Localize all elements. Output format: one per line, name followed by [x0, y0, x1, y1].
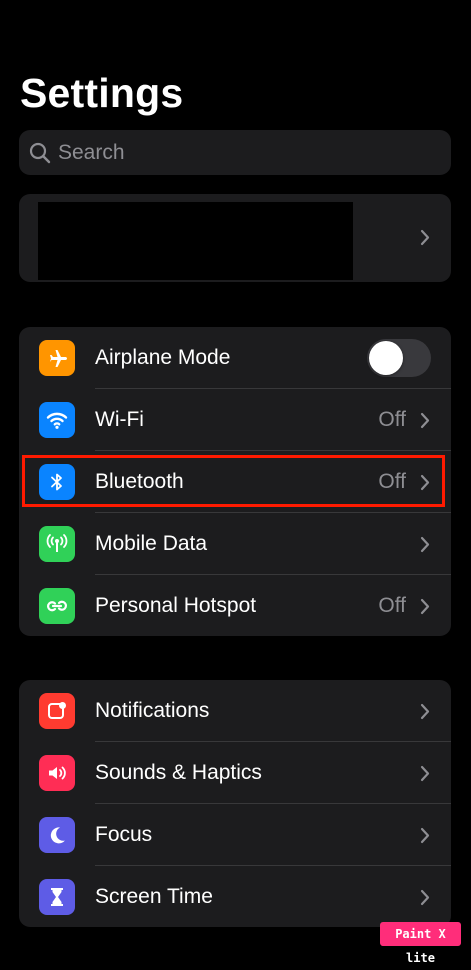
- wifi-icon: [39, 402, 75, 438]
- row-bluetooth[interactable]: Bluetooth Off: [19, 451, 451, 513]
- row-personal-hotspot[interactable]: Personal Hotspot Off: [19, 575, 451, 636]
- chevron-right-icon: [420, 474, 430, 491]
- notifications-group: Notifications Sounds & Haptics Focus Scr…: [19, 680, 451, 927]
- chevron-right-icon: [420, 598, 430, 615]
- chevron-right-icon: [420, 229, 430, 246]
- row-mobile-data[interactable]: Mobile Data: [19, 513, 451, 575]
- row-wifi[interactable]: Wi-Fi Off: [19, 389, 451, 451]
- row-notifications[interactable]: Notifications: [19, 680, 451, 742]
- chevron-right-icon: [420, 412, 430, 429]
- row-screen-time[interactable]: Screen Time: [19, 866, 451, 927]
- bluetooth-value: Off: [378, 470, 406, 493]
- chevron-right-icon: [420, 765, 430, 782]
- row-focus[interactable]: Focus: [19, 804, 451, 866]
- notifications-label: Notifications: [95, 699, 210, 722]
- bluetooth-icon: [39, 464, 75, 500]
- personal-hotspot-label: Personal Hotspot: [95, 594, 257, 617]
- row-sounds-haptics[interactable]: Sounds & Haptics: [19, 742, 451, 804]
- sounds-haptics-label: Sounds & Haptics: [95, 761, 262, 784]
- chevron-right-icon: [420, 536, 430, 553]
- screen-time-label: Screen Time: [95, 885, 213, 908]
- speaker-icon: [39, 755, 75, 791]
- bell-icon: [39, 693, 75, 729]
- row-airplane-mode[interactable]: Airplane Mode: [19, 327, 451, 389]
- wifi-value: Off: [378, 408, 406, 431]
- toggle-knob: [369, 341, 403, 375]
- chevron-right-icon: [420, 889, 430, 906]
- watermark-badge: Paint X lite: [380, 922, 461, 965]
- airplane-icon: [39, 340, 75, 376]
- airplane-mode-label: Airplane Mode: [95, 346, 231, 369]
- apple-id-card[interactable]: [19, 194, 451, 282]
- moon-icon: [39, 817, 75, 853]
- search-placeholder: Search: [58, 140, 125, 164]
- chevron-right-icon: [420, 827, 430, 844]
- personal-hotspot-value: Off: [378, 594, 406, 617]
- airplane-mode-toggle[interactable]: [367, 339, 431, 377]
- hotspot-icon: [39, 588, 75, 624]
- search-icon: [29, 142, 51, 163]
- focus-label: Focus: [95, 823, 153, 846]
- mobile-data-label: Mobile Data: [95, 532, 208, 555]
- wifi-label: Wi-Fi: [95, 408, 144, 431]
- connectivity-group: Airplane Mode Wi-Fi Off Bluetooth Off Mo…: [19, 327, 451, 636]
- search-field[interactable]: Search: [19, 130, 451, 175]
- antenna-icon: [39, 526, 75, 562]
- redacted-profile: [38, 202, 353, 280]
- bluetooth-label: Bluetooth: [95, 470, 184, 493]
- chevron-right-icon: [420, 703, 430, 720]
- hourglass-icon: [39, 879, 75, 915]
- page-title: Settings: [20, 70, 184, 116]
